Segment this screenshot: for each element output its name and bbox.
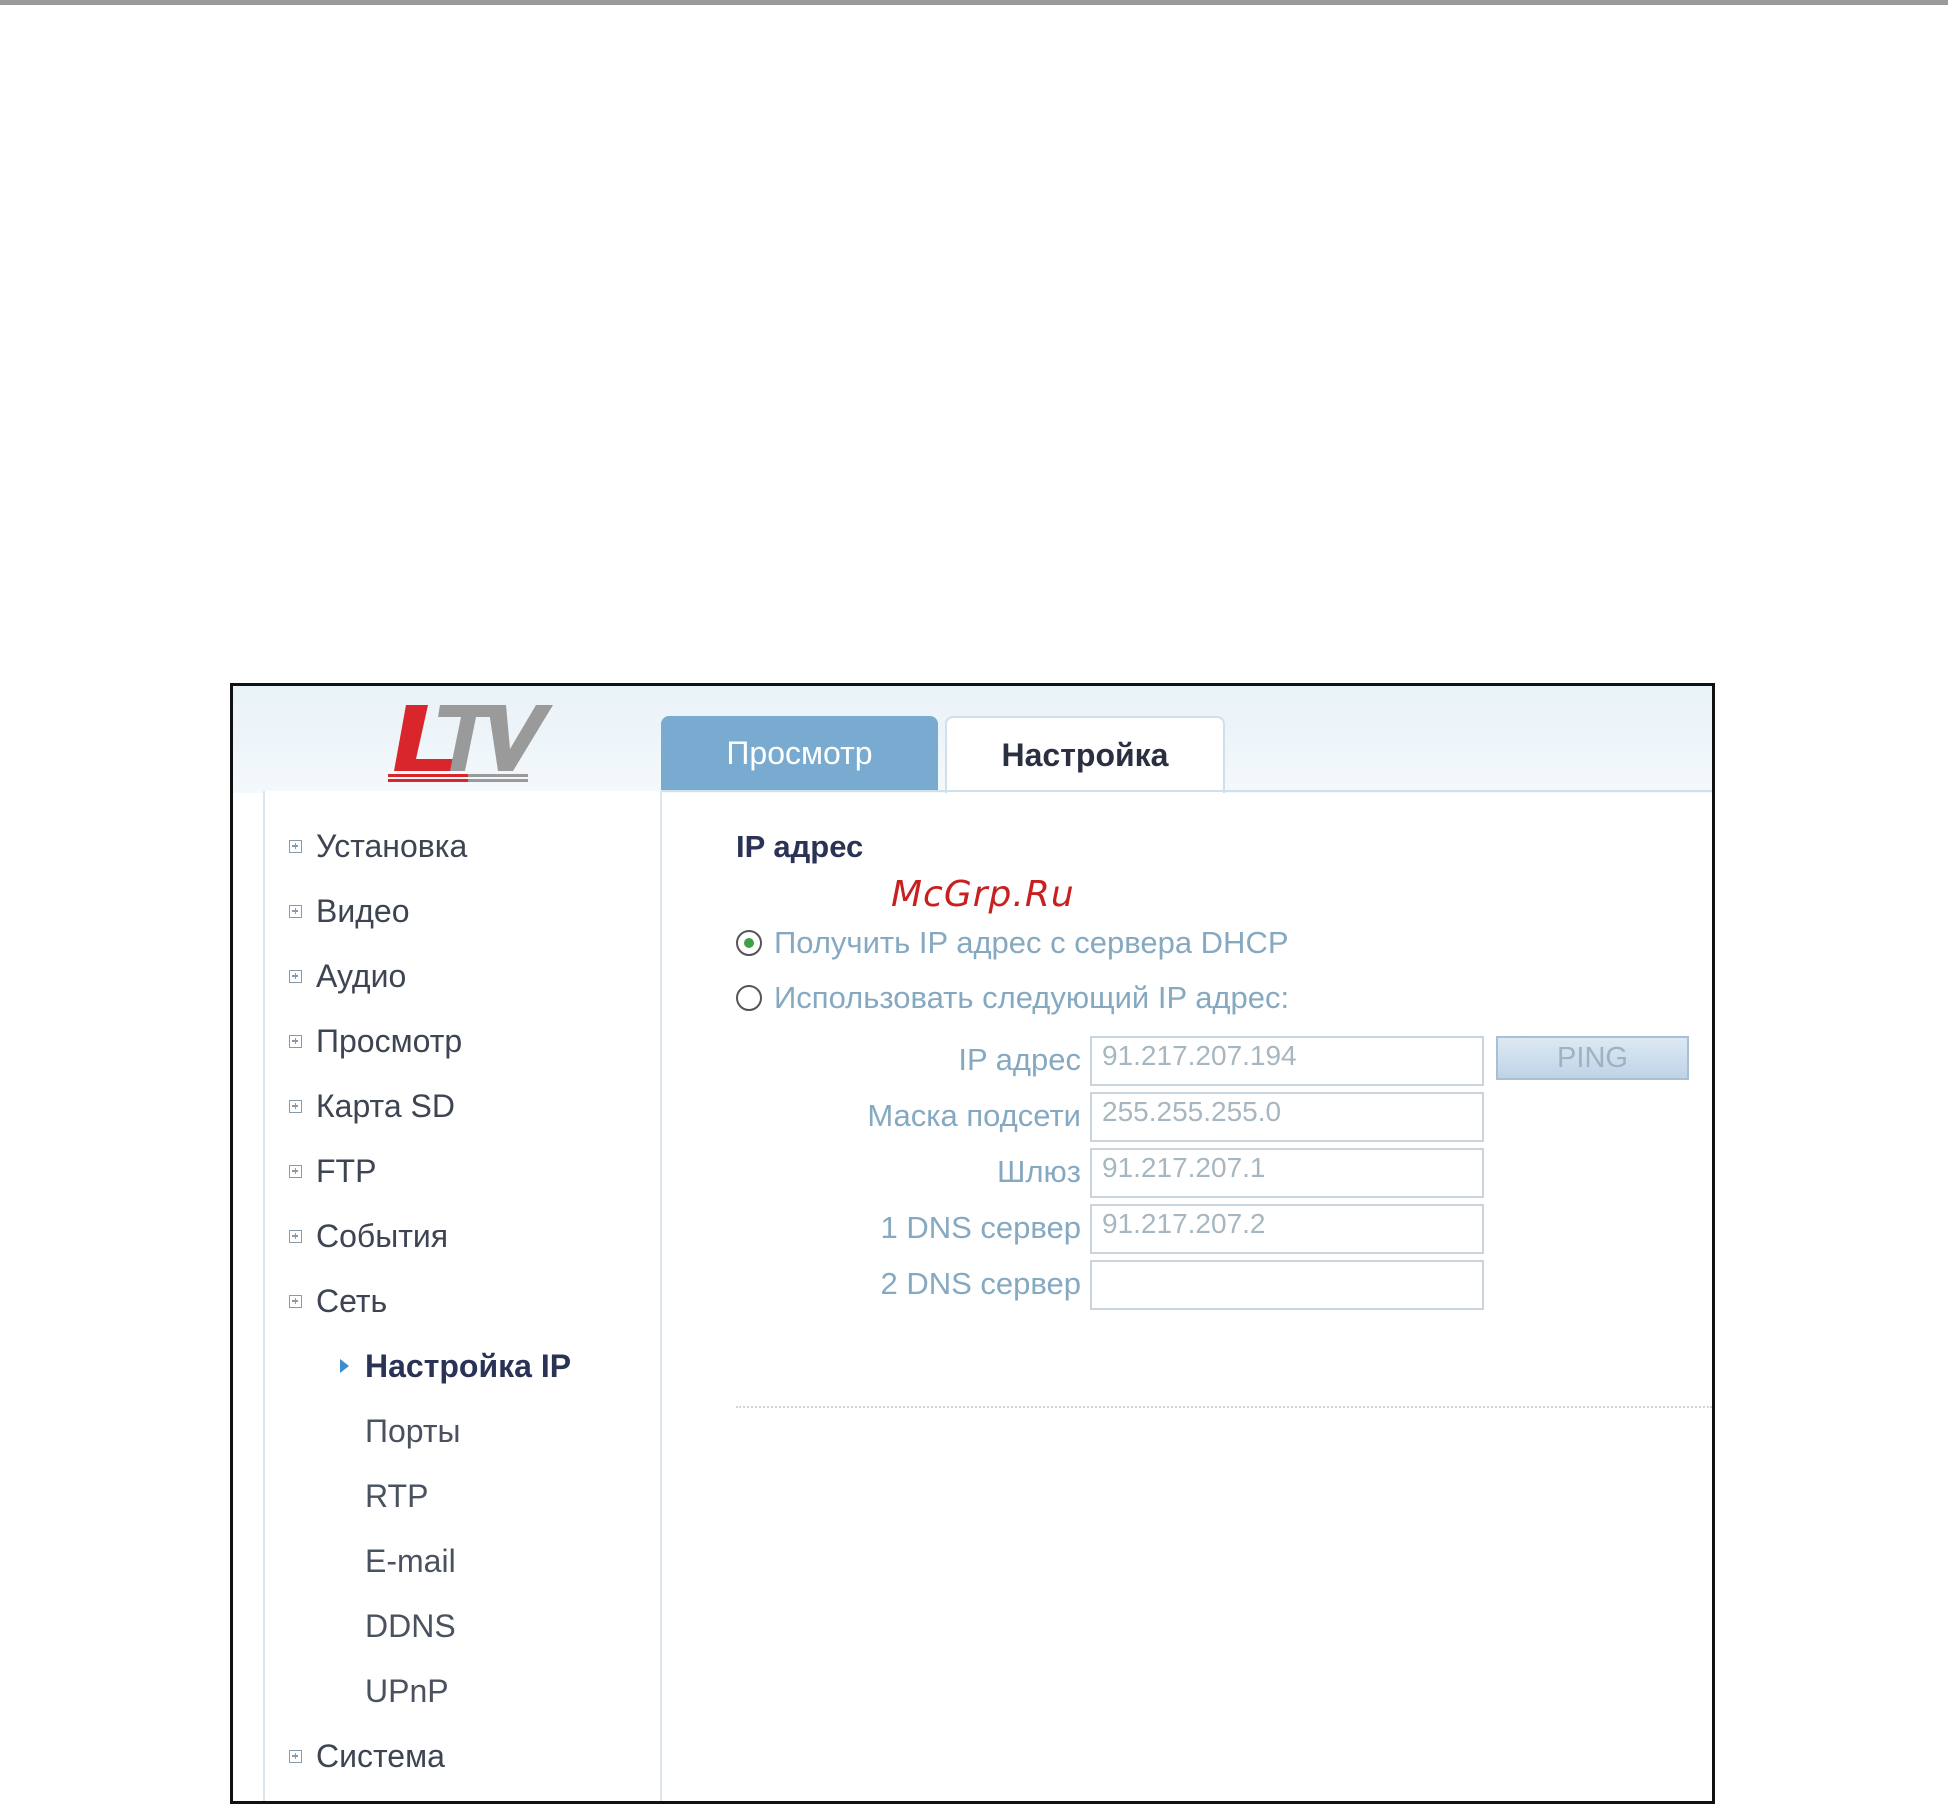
- ping-button[interactable]: PING: [1496, 1036, 1689, 1080]
- sidebar-item-label: События: [316, 1217, 449, 1254]
- sidebar-item-view[interactable]: Просмотр: [265, 1016, 462, 1066]
- watermark: McGrp.Ru: [891, 874, 1075, 915]
- sidebar-subitem-ddns[interactable]: DDNS: [365, 1601, 456, 1651]
- radio-checked-icon[interactable]: [736, 930, 762, 956]
- active-arrow-icon: [340, 1359, 349, 1373]
- radio-static[interactable]: Использовать следующий IP адрес:: [736, 976, 1289, 1020]
- sidebar-item-label: Система: [316, 1737, 445, 1774]
- main-content: IP адрес McGrp.Ru Получить IP адрес с се…: [661, 791, 1712, 1801]
- expand-icon: [289, 969, 302, 983]
- sidebar-subitem-email[interactable]: E-mail: [365, 1536, 456, 1586]
- tab-settings[interactable]: Настройка: [945, 716, 1225, 793]
- sidebar-item-label: Аудио: [316, 957, 407, 994]
- expand-icon: [289, 1749, 302, 1763]
- ltv-logo: [388, 705, 553, 782]
- expand-icon: [289, 839, 302, 853]
- field-subnet-mask: Маска подсети 255.255.255.0: [661, 1092, 1712, 1144]
- expand-icon: [289, 904, 302, 918]
- sidebar-item-label: Просмотр: [316, 1022, 463, 1059]
- sidebar-subitem-ip-settings[interactable]: Настройка IP: [365, 1341, 571, 1391]
- expand-icon: [289, 1164, 302, 1178]
- gateway-label: Шлюз: [997, 1154, 1081, 1189]
- sidebar-item-audio[interactable]: Аудио: [265, 951, 406, 1001]
- divider: [736, 1406, 1712, 1408]
- field-dns-2: 2 DNS сервер: [661, 1260, 1712, 1312]
- sidebar-item-sd-card[interactable]: Карта SD: [265, 1081, 455, 1131]
- dns-1-input[interactable]: 91.217.207.2: [1090, 1204, 1484, 1254]
- radio-dhcp-label: Получить IP адрес с сервера DHCP: [774, 925, 1289, 960]
- ip-address-input[interactable]: 91.217.207.194: [1090, 1036, 1484, 1086]
- subnet-mask-input[interactable]: 255.255.255.0: [1090, 1092, 1484, 1142]
- camera-web-ui: Просмотр Настройка Установка Видео Аудио…: [230, 683, 1715, 1804]
- sidebar-item-video[interactable]: Видео: [265, 886, 409, 936]
- section-title: IP адрес: [736, 829, 864, 864]
- sidebar-item-system[interactable]: Система: [265, 1731, 445, 1781]
- expand-icon: [289, 1099, 302, 1113]
- expand-icon: [289, 1294, 302, 1308]
- sidebar-item-label: Видео: [316, 892, 410, 929]
- sidebar: Установка Видео Аудио Просмотр Карта SD …: [263, 791, 662, 1801]
- dns-2-input[interactable]: [1090, 1260, 1484, 1310]
- sidebar-item-setup[interactable]: Установка: [265, 821, 467, 871]
- dns-1-label: 1 DNS сервер: [880, 1210, 1081, 1245]
- sidebar-item-label: FTP: [316, 1152, 377, 1189]
- field-ip-address: IP адрес 91.217.207.194 PING: [661, 1036, 1712, 1088]
- expand-icon: [289, 1229, 302, 1243]
- sidebar-item-label: Карта SD: [316, 1087, 455, 1124]
- field-gateway: Шлюз 91.217.207.1: [661, 1148, 1712, 1200]
- sidebar-subitem-upnp[interactable]: UPnP: [365, 1666, 449, 1716]
- radio-static-label: Использовать следующий IP адрес:: [774, 980, 1290, 1015]
- dns-2-label: 2 DNS сервер: [880, 1266, 1081, 1301]
- sidebar-item-network[interactable]: Сеть: [265, 1276, 387, 1326]
- sidebar-item-ftp[interactable]: FTP: [265, 1146, 376, 1196]
- sidebar-subitem-rtp[interactable]: RTP: [365, 1471, 428, 1521]
- sidebar-item-label: Установка: [316, 827, 468, 864]
- radio-unchecked-icon[interactable]: [736, 985, 762, 1011]
- sidebar-subitem-ports[interactable]: Порты: [365, 1406, 461, 1456]
- radio-dhcp[interactable]: Получить IP адрес с сервера DHCP: [736, 921, 1289, 965]
- header: Просмотр Настройка: [233, 686, 1712, 793]
- sidebar-item-events[interactable]: События: [265, 1211, 448, 1261]
- tab-view[interactable]: Просмотр: [661, 716, 938, 791]
- field-dns-1: 1 DNS сервер 91.217.207.2: [661, 1204, 1712, 1256]
- subnet-mask-label: Маска подсети: [867, 1098, 1081, 1133]
- sidebar-item-label: Сеть: [316, 1282, 388, 1319]
- expand-icon: [289, 1034, 302, 1048]
- ip-address-label: IP адрес: [958, 1042, 1081, 1077]
- top-rule: [0, 0, 1948, 5]
- gateway-input[interactable]: 91.217.207.1: [1090, 1148, 1484, 1198]
